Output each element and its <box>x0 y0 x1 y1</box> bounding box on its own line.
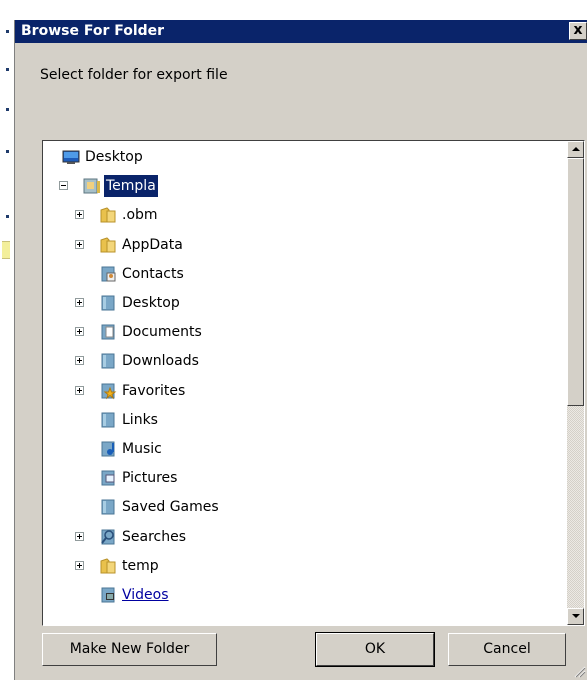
videos-folder-icon <box>99 586 117 604</box>
vertical-scrollbar[interactable] <box>567 141 584 625</box>
folder-tree[interactable]: Desktop Templa .obm AppData Contacts Desktop D… <box>42 140 585 626</box>
cancel-button[interactable]: Cancel <box>448 633 566 666</box>
tree-item-label: Pictures <box>122 470 178 486</box>
tree-item-label: Links <box>122 412 158 428</box>
contacts-folder-icon <box>99 265 117 283</box>
tree-item[interactable]: Templa <box>44 175 566 197</box>
background-tick <box>6 215 9 218</box>
tree-item-label: temp <box>122 558 159 574</box>
background-tick <box>6 30 9 33</box>
music-folder-icon <box>99 440 117 458</box>
background-tick <box>6 108 9 111</box>
tree-item-label: Saved Games <box>122 499 219 515</box>
downloads-folder-icon <box>99 352 117 370</box>
tree-item-label: AppData <box>122 237 183 253</box>
pictures-folder-icon <box>99 469 117 487</box>
dialog-prompt: Select folder for export file <box>40 67 228 83</box>
expand-plus-icon[interactable] <box>75 356 84 365</box>
tree-item[interactable]: Favorites <box>44 380 566 402</box>
folder-icon <box>99 206 117 224</box>
background-window-edge <box>0 0 14 680</box>
tree-item-label: Favorites <box>122 383 186 399</box>
expand-plus-icon[interactable] <box>75 386 84 395</box>
close-button[interactable]: x <box>569 22 587 40</box>
saved-games-folder-icon <box>99 498 117 516</box>
tree-item[interactable]: AppData <box>44 234 566 256</box>
documents-folder-icon <box>99 323 117 341</box>
expand-plus-icon[interactable] <box>75 532 84 541</box>
background-tick <box>6 68 9 71</box>
tree-item[interactable]: Contacts <box>44 263 566 285</box>
tree-item-label: Desktop <box>122 295 180 311</box>
expand-plus-icon[interactable] <box>75 327 84 336</box>
background-highlight <box>2 241 10 259</box>
links-folder-icon <box>99 411 117 429</box>
tree-item[interactable]: Saved Games <box>44 496 566 518</box>
tree-item[interactable]: Downloads <box>44 350 566 372</box>
title-bar[interactable]: Browse For Folder x <box>15 20 587 43</box>
desktop-icon <box>62 148 80 166</box>
tree-item[interactable]: Documents <box>44 321 566 343</box>
dialog-title: Browse For Folder <box>21 23 165 39</box>
scrollbar-thumb[interactable] <box>567 158 584 406</box>
tree-item[interactable]: Pictures <box>44 467 566 489</box>
tree-item-label: Templa <box>104 175 158 197</box>
scroll-down-button[interactable] <box>567 608 584 625</box>
tree-item[interactable]: .obm <box>44 204 566 226</box>
scroll-up-button[interactable] <box>567 141 584 158</box>
tree-item[interactable]: Links <box>44 409 566 431</box>
desktop-folder-icon <box>99 294 117 312</box>
tree-item-label: Documents <box>122 324 202 340</box>
tree-item[interactable]: Music <box>44 438 566 460</box>
expand-plus-icon[interactable] <box>75 210 84 219</box>
folder-icon <box>99 557 117 575</box>
folder-icon <box>99 236 117 254</box>
tree-item[interactable]: Desktop <box>44 146 566 168</box>
folder-tree-list: Desktop Templa .obm AppData Contacts Desktop D… <box>44 142 566 624</box>
ok-button[interactable]: OK <box>315 632 435 667</box>
background-tick <box>6 150 9 153</box>
make-new-folder-button[interactable]: Make New Folder <box>42 633 217 666</box>
favorites-folder-icon <box>99 382 117 400</box>
tree-item-label: Desktop <box>85 149 143 165</box>
user-folder-icon <box>83 177 101 195</box>
tree-item[interactable]: temp <box>44 555 566 577</box>
browse-for-folder-dialog: Browse For Folder x Select folder for ex… <box>14 20 587 680</box>
resize-grip-icon[interactable] <box>572 664 586 678</box>
tree-item[interactable]: Searches <box>44 526 566 548</box>
tree-item-label: Videos <box>122 587 169 603</box>
tree-item[interactable]: Videos <box>44 584 566 606</box>
tree-item-label: .obm <box>122 207 158 223</box>
tree-item-label: Music <box>122 441 162 457</box>
tree-item-label: Contacts <box>122 266 184 282</box>
tree-item-label: Searches <box>122 529 187 545</box>
tree-item[interactable]: Desktop <box>44 292 566 314</box>
collapse-minus-icon[interactable] <box>59 181 68 190</box>
expand-plus-icon[interactable] <box>75 298 84 307</box>
expand-plus-icon[interactable] <box>75 240 84 249</box>
expand-plus-icon[interactable] <box>75 561 84 570</box>
searches-folder-icon <box>99 528 117 546</box>
tree-item-label: Downloads <box>122 353 199 369</box>
